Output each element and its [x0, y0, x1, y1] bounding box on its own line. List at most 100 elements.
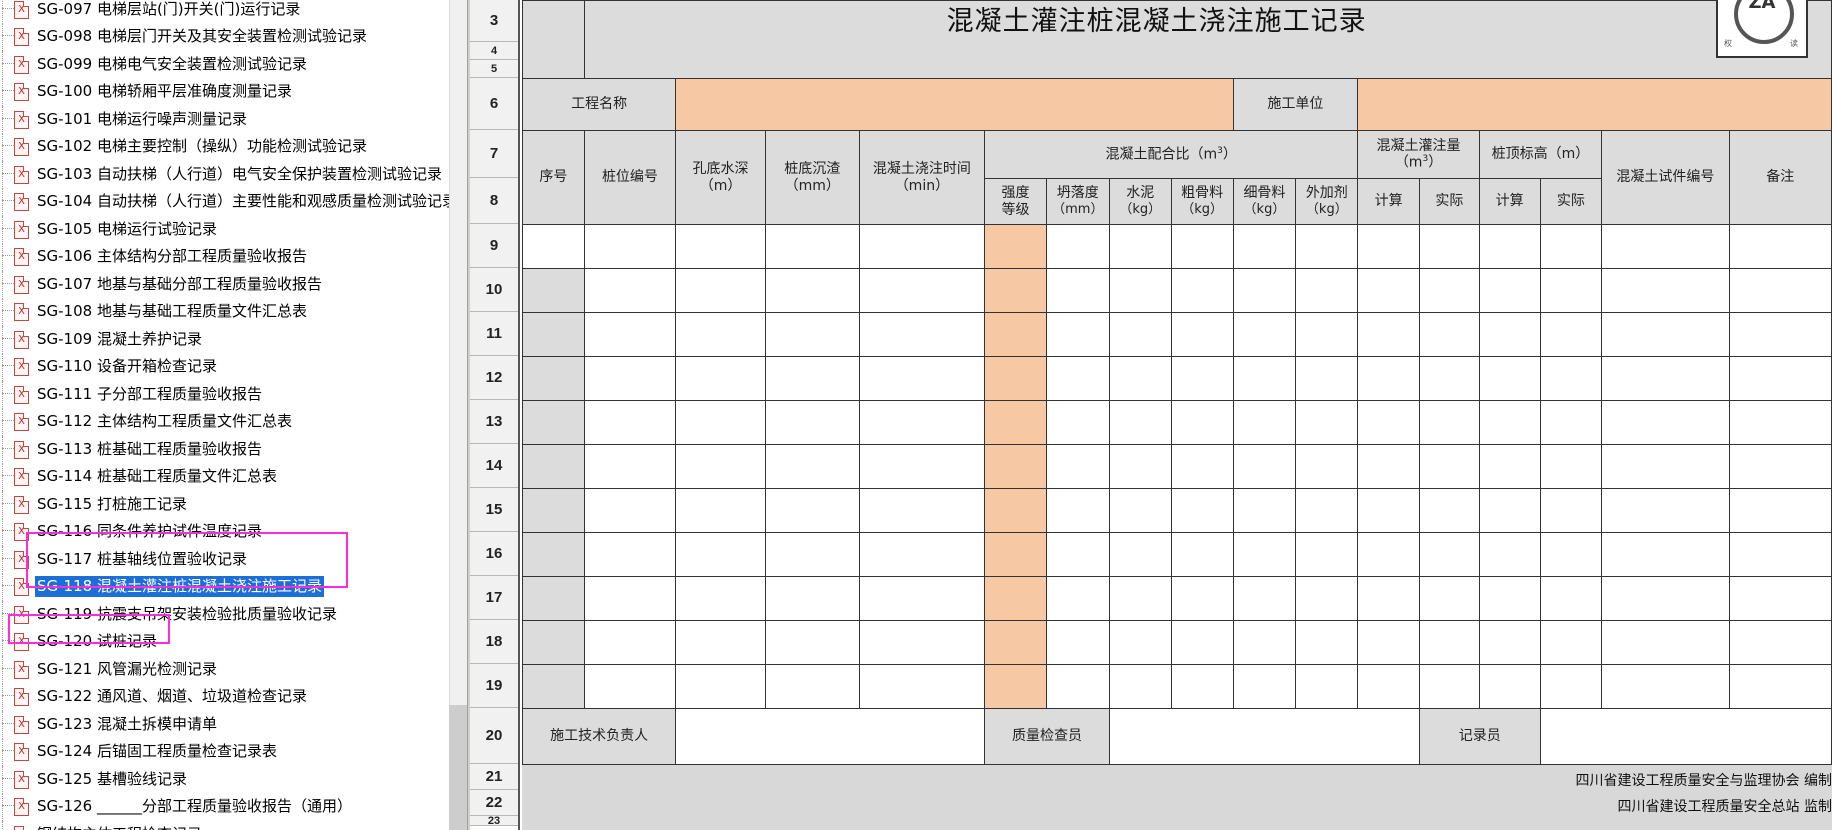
table-cell[interactable] — [675, 488, 766, 533]
table-cell[interactable] — [1601, 532, 1730, 577]
table-cell[interactable] — [1232, 620, 1297, 665]
table-cell[interactable] — [764, 312, 860, 357]
table-cell[interactable] — [984, 400, 1047, 445]
table-cell[interactable] — [1108, 488, 1172, 533]
table-cell[interactable] — [984, 620, 1047, 665]
table-cell[interactable] — [1357, 532, 1420, 577]
table-cell[interactable] — [984, 488, 1047, 533]
tree-item[interactable]: X SG-121 风管漏光检测记录 — [0, 655, 452, 684]
tree-item[interactable]: X SG-106 主体结构分部工程质量验收报告 — [0, 243, 452, 271]
table-cell[interactable] — [1478, 664, 1541, 709]
table-cell[interactable] — [858, 620, 986, 665]
table-cell[interactable] — [1295, 576, 1359, 621]
table-cell[interactable] — [1419, 664, 1480, 709]
table-cell[interactable] — [583, 356, 677, 401]
row-header[interactable]: 9 — [470, 224, 518, 268]
table-cell[interactable] — [1539, 268, 1603, 313]
table-cell[interactable] — [1108, 444, 1172, 489]
table-cell[interactable] — [764, 268, 860, 313]
row-header[interactable]: 19 — [470, 664, 518, 708]
table-cell[interactable] — [1108, 312, 1172, 357]
table-cell[interactable] — [858, 224, 986, 269]
table-cell[interactable] — [675, 400, 766, 445]
table-cell[interactable] — [1478, 576, 1541, 621]
table-cell[interactable] — [1478, 620, 1541, 665]
row-header[interactable]: 20 — [470, 708, 518, 764]
tree-item[interactable]: X SG-107 地基与基础分部工程质量验收报告 — [0, 270, 452, 299]
table-cell[interactable] — [1478, 312, 1541, 357]
table-cell[interactable] — [858, 400, 986, 445]
table-cell[interactable] — [1045, 356, 1110, 401]
table-cell[interactable] — [1539, 400, 1603, 445]
table-cell[interactable] — [1170, 444, 1234, 489]
table-cell[interactable] — [1170, 356, 1234, 401]
table-cell[interactable] — [675, 532, 766, 577]
table-cell[interactable] — [858, 664, 986, 709]
row-header[interactable]: 14 — [470, 444, 518, 488]
table-cell[interactable] — [1232, 488, 1297, 533]
row-header[interactable]: 21 — [470, 764, 518, 790]
table-cell[interactable] — [858, 576, 986, 621]
table-cell[interactable] — [675, 312, 766, 357]
tree-item[interactable]: X SG-112 主体结构工程质量文件汇总表 — [0, 408, 452, 436]
table-cell[interactable] — [1357, 664, 1420, 709]
tree-item[interactable]: X SG-097 电梯层站(门)开关(门)运行记录 — [0, 0, 452, 24]
table-cell[interactable] — [1539, 620, 1603, 665]
table-cell[interactable] — [1601, 444, 1730, 489]
table-cell[interactable] — [1170, 224, 1234, 269]
table-cell[interactable] — [1419, 268, 1480, 313]
table-cell[interactable] — [764, 620, 860, 665]
tree-item[interactable]: X SG-126 ______分部工程质量验收报告（通用） — [0, 793, 452, 821]
table-cell[interactable] — [858, 268, 986, 313]
table-cell[interactable] — [1170, 312, 1234, 357]
construction-unit-input[interactable] — [1357, 78, 1832, 131]
table-cell[interactable] — [1108, 620, 1172, 665]
table-cell[interactable] — [1045, 664, 1110, 709]
table-cell[interactable] — [1601, 400, 1730, 445]
tree-item[interactable]: X SG-108 地基与基础工程质量文件汇总表 — [0, 298, 452, 326]
table-cell[interactable] — [1728, 356, 1832, 401]
row-header[interactable]: 5 — [470, 60, 518, 78]
quality-inspector-input[interactable] — [1108, 708, 1421, 765]
tree-item[interactable]: X SG-110 设备开箱检查记录 — [0, 353, 452, 381]
table-cell[interactable] — [1601, 488, 1730, 533]
table-cell[interactable] — [1601, 576, 1730, 621]
table-cell[interactable] — [1045, 400, 1110, 445]
table-cell[interactable] — [1728, 620, 1832, 665]
tree-item[interactable]: X SG-124 后锚固工程质量检查记录表 — [0, 738, 452, 766]
row-header[interactable]: 11 — [470, 312, 518, 356]
table-cell[interactable] — [1295, 488, 1359, 533]
tree-scrollbar-thumb[interactable] — [449, 705, 467, 830]
table-cell[interactable] — [1539, 488, 1603, 533]
table-cell[interactable] — [1108, 224, 1172, 269]
table-cell[interactable] — [1295, 444, 1359, 489]
table-cell[interactable] — [1232, 576, 1297, 621]
row-header[interactable]: 3 — [470, 0, 518, 42]
row-header[interactable]: 8 — [470, 178, 518, 224]
table-cell[interactable] — [1232, 356, 1297, 401]
table-cell[interactable] — [1357, 224, 1420, 269]
table-cell[interactable] — [1295, 268, 1359, 313]
row-header[interactable]: 13 — [470, 400, 518, 444]
tree-item[interactable]: X SG-105 电梯运行试验记录 — [0, 215, 452, 244]
table-cell[interactable] — [1045, 444, 1110, 489]
table-cell[interactable] — [764, 444, 860, 489]
table-cell[interactable] — [1170, 620, 1234, 665]
table-cell[interactable] — [1232, 444, 1297, 489]
table-cell[interactable] — [1357, 488, 1420, 533]
row-header[interactable]: 7 — [470, 130, 518, 178]
table-cell[interactable] — [675, 444, 766, 489]
table-cell[interactable] — [583, 444, 677, 489]
tree-item[interactable]: X SG-100 电梯轿厢平层准确度测量记录 — [0, 78, 452, 106]
table-cell[interactable] — [583, 620, 677, 665]
table-cell[interactable] — [1170, 400, 1234, 445]
table-cell[interactable] — [1295, 312, 1359, 357]
row-header[interactable]: 12 — [470, 356, 518, 400]
table-cell[interactable] — [1045, 268, 1110, 313]
table-cell[interactable] — [583, 664, 677, 709]
table-cell[interactable] — [984, 312, 1047, 357]
table-cell[interactable] — [1419, 444, 1480, 489]
table-cell[interactable] — [1539, 532, 1603, 577]
table-cell[interactable] — [1232, 224, 1297, 269]
table-cell[interactable] — [984, 532, 1047, 577]
